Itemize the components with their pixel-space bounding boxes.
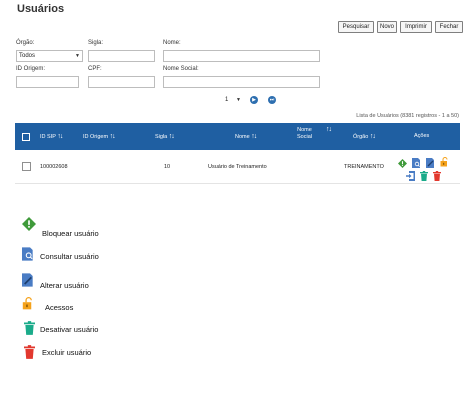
table-header: ID SIP ↑↓ ID Origem ↑↓ Sigla ↑↓ Nome ↑↓ … xyxy=(15,123,460,150)
select-all-checkbox[interactable] xyxy=(22,133,30,141)
legend-bloquear: Bloquear usuário xyxy=(42,229,99,238)
cell-orgao: TREINAMENTO xyxy=(344,164,384,170)
legend-alterar: Alterar usuário xyxy=(40,281,89,290)
next-page-icon[interactable]: ▶ xyxy=(250,96,258,104)
checkbox-icon xyxy=(22,133,30,141)
table-caption: Lista de Usuários (8381 registros - 1 a … xyxy=(356,113,459,119)
cell-nome: Usuário de Treinamento xyxy=(208,164,267,170)
col-id-sip[interactable]: ID SIP ↑↓ xyxy=(40,133,63,141)
table-row: 100002608 10 Usuário de Treinamento TREI… xyxy=(15,150,460,184)
nome-label: Nome: xyxy=(163,40,181,46)
orgao-select[interactable]: Todos ▼ xyxy=(16,50,83,62)
sigla-input[interactable] xyxy=(88,50,155,62)
sign-in-icon[interactable] xyxy=(406,168,415,186)
nome-input[interactable] xyxy=(163,50,320,62)
sort-icon[interactable]: ↑↓ xyxy=(326,126,332,134)
cpf-input[interactable] xyxy=(88,76,155,88)
nome-social-input[interactable] xyxy=(163,76,320,88)
sort-icon: ↑↓ xyxy=(369,133,376,140)
acessos-icon[interactable] xyxy=(440,154,449,172)
search-document-icon xyxy=(22,247,34,266)
legend-acessos: Acessos xyxy=(45,303,74,312)
imprimir-button[interactable]: Imprimir xyxy=(400,21,432,33)
orgao-selected-value: Todos xyxy=(19,53,36,59)
cpf-label: CPF: xyxy=(88,66,102,72)
pesquisar-button[interactable]: Pesquisar xyxy=(338,21,374,33)
legend-consultar: Consultar usuário xyxy=(40,252,99,261)
edit-document-icon xyxy=(22,273,34,292)
chevron-down-icon: ▼ xyxy=(75,53,80,59)
fechar-button[interactable]: Fechar xyxy=(435,21,463,33)
sort-icon: ↑↓ xyxy=(168,133,175,140)
col-orgao[interactable]: Órgão ↑↓ xyxy=(353,133,376,141)
checkbox-icon xyxy=(22,162,31,171)
legend-excluir: Excluir usuário xyxy=(42,348,92,357)
page-select[interactable]: 1 ▼ xyxy=(223,94,243,105)
nome-social-label: Nome Social: xyxy=(163,66,199,72)
id-origem-input[interactable] xyxy=(16,76,79,88)
sigla-label: Sigla: xyxy=(88,40,104,46)
sort-icon: ↑↓ xyxy=(109,133,116,140)
col-acoes: Ações xyxy=(414,133,430,139)
orgao-label: Órgão: xyxy=(16,40,35,46)
cell-sigla: 10 xyxy=(164,164,171,170)
warning-diamond-icon xyxy=(22,217,36,236)
col-nome[interactable]: Nome ↑↓ xyxy=(235,133,257,141)
legend-desativar: Desativar usuário xyxy=(40,325,99,334)
row-checkbox[interactable] xyxy=(22,162,31,171)
page-title: Usuários xyxy=(17,3,65,15)
chevron-down-icon: ▼ xyxy=(236,96,241,103)
page-select-value: 1 xyxy=(225,96,229,103)
trash-teal-icon xyxy=(24,321,35,340)
trash-red-icon xyxy=(24,345,35,364)
last-page-icon[interactable]: ⏭ xyxy=(268,96,276,104)
sort-icon: ↑↓ xyxy=(251,133,257,140)
sort-icon: ↑↓ xyxy=(57,133,63,140)
col-sigla[interactable]: Sigla ↑↓ xyxy=(155,133,175,141)
desativar-icon[interactable] xyxy=(420,168,428,186)
novo-button[interactable]: Novo xyxy=(377,21,397,33)
id-origem-label: ID Origem: xyxy=(16,66,46,72)
excluir-icon[interactable] xyxy=(433,168,441,186)
col-nome-social[interactable]: Nome Social xyxy=(297,127,312,141)
cell-id-sip: 100002608 xyxy=(40,164,68,170)
col-id-origem[interactable]: ID Origem ↑↓ xyxy=(83,133,116,141)
lock-open-icon xyxy=(22,297,34,315)
